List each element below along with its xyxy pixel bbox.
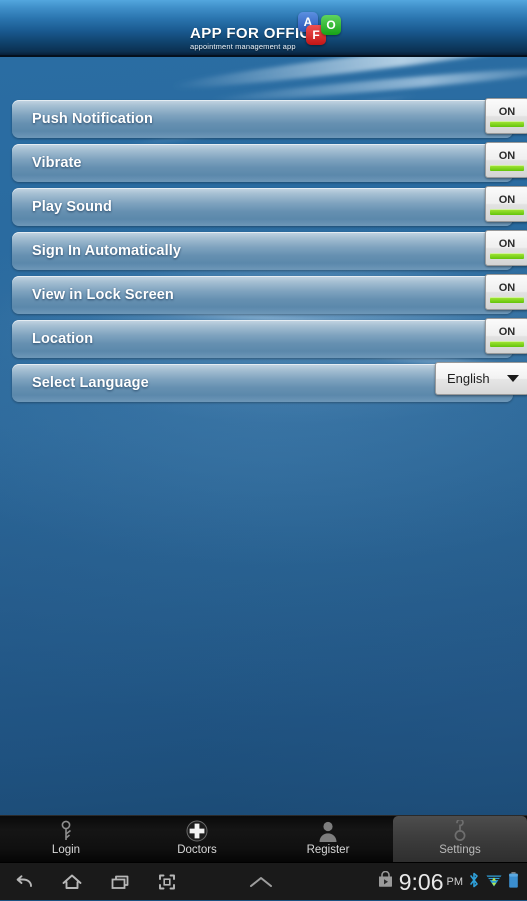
key-icon xyxy=(56,819,76,843)
app-logo: APP FOR OFFICE appointment management ap… xyxy=(190,12,341,51)
tab-label: Doctors xyxy=(177,844,217,856)
settings-row-sign-in-automatically[interactable]: Sign In Automatically ON xyxy=(12,230,527,270)
toggle-state-label: ON xyxy=(498,149,516,162)
location-toggle[interactable]: ON xyxy=(485,318,527,354)
settings-row-select-language[interactable]: Select Language English xyxy=(12,362,527,402)
settings-row-view-in-lock-screen[interactable]: View in Lock Screen ON xyxy=(12,274,527,314)
settings-row-label: Play Sound xyxy=(32,199,112,215)
settings-row-play-sound[interactable]: Play Sound ON xyxy=(12,186,527,226)
home-icon[interactable] xyxy=(60,870,84,899)
settings-list: Push Notification ON Vibrate ON Play Sou… xyxy=(0,98,527,408)
vibrate-toggle[interactable]: ON xyxy=(485,142,527,178)
settings-row-label: Sign In Automatically xyxy=(32,243,181,259)
toggle-state-label: ON xyxy=(498,325,516,338)
screenshot-icon[interactable] xyxy=(155,870,179,899)
wifi-icon xyxy=(485,871,503,894)
toggle-indicator-bar xyxy=(490,296,524,303)
chevron-up-icon[interactable] xyxy=(248,874,274,895)
toggle-state-label: ON xyxy=(498,237,516,250)
settings-row-location[interactable]: Location ON xyxy=(12,318,527,358)
settings-row-label: Vibrate xyxy=(32,155,82,171)
back-icon[interactable] xyxy=(12,870,36,899)
toggle-indicator-bar xyxy=(490,120,524,127)
toggle-state-label: ON xyxy=(498,281,516,294)
settings-row-label: Push Notification xyxy=(32,111,153,127)
settings-row-label: Select Language xyxy=(32,375,149,391)
tab-label: Register xyxy=(306,844,350,856)
toggle-state-label: ON xyxy=(498,105,516,118)
chevron-down-icon xyxy=(507,375,519,382)
logo-tile-o-icon: O xyxy=(321,15,341,35)
tab-register[interactable]: Register xyxy=(262,816,394,863)
language-dropdown[interactable]: English xyxy=(435,362,527,395)
app-header: APP FOR OFFICE appointment management ap… xyxy=(0,0,527,57)
cross-icon xyxy=(186,819,208,843)
status-icons: 9:06 PM xyxy=(377,863,519,901)
settings-row-label: View in Lock Screen xyxy=(32,287,174,303)
play-sound-toggle[interactable]: ON xyxy=(485,186,527,222)
toggle-indicator-bar xyxy=(490,164,524,171)
tab-login[interactable]: Login xyxy=(0,816,132,863)
settings-row-push-notification[interactable]: Push Notification ON xyxy=(12,98,527,138)
settings-row-vibrate[interactable]: Vibrate ON xyxy=(12,142,527,182)
tab-label: Login xyxy=(51,844,81,856)
toggle-indicator-bar xyxy=(490,208,524,215)
tab-label: Settings xyxy=(439,844,481,856)
toggle-indicator-bar xyxy=(490,252,524,259)
sign-in-automatically-toggle[interactable]: ON xyxy=(485,230,527,266)
tab-settings[interactable]: Settings xyxy=(393,816,527,863)
status-time: 9:06 xyxy=(398,868,444,895)
system-navigation-bar: 9:06 PM xyxy=(0,862,527,900)
bottom-tab-bar: Login Doctors Register Settings xyxy=(0,815,527,863)
status-ampm: PM xyxy=(446,876,464,888)
recents-icon[interactable] xyxy=(108,870,132,899)
view-in-lock-screen-toggle[interactable]: ON xyxy=(485,274,527,310)
battery-icon xyxy=(508,871,519,894)
toggle-indicator-bar xyxy=(490,340,524,347)
person-icon xyxy=(317,819,339,843)
bluetooth-icon xyxy=(468,871,480,894)
settings-row-label: Location xyxy=(32,331,94,347)
language-selected-value: English xyxy=(447,371,490,386)
play-store-icon xyxy=(377,870,394,893)
toggle-state-label: ON xyxy=(498,193,516,206)
tab-doctors[interactable]: Doctors xyxy=(131,816,263,863)
wrench-icon xyxy=(449,819,471,843)
push-notification-toggle[interactable]: ON xyxy=(485,98,527,134)
